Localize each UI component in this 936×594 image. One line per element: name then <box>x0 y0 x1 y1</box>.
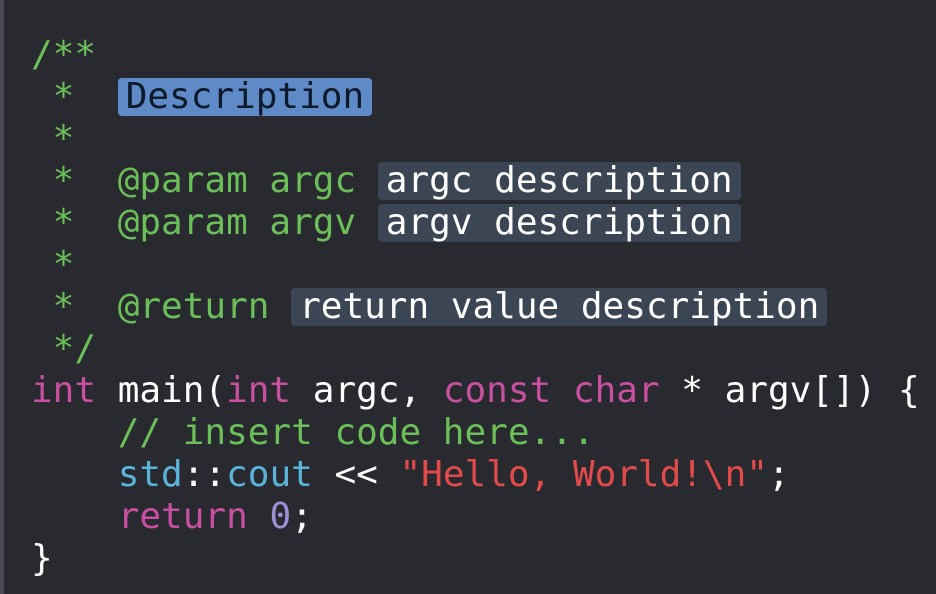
placeholder-token[interactable]: argc description <box>377 162 741 200</box>
code-line[interactable]: * @param argv argv description <box>31 202 920 244</box>
code-line[interactable]: */ <box>31 328 920 370</box>
plain-token: << <box>312 454 400 495</box>
comment-token: * @param argv <box>31 202 378 243</box>
code-line[interactable]: * <box>31 118 920 160</box>
code-line[interactable]: std::cout << "Hello, World!\n"; <box>31 454 920 496</box>
plain-token: ; <box>767 454 790 495</box>
keyword-token: const <box>442 370 552 411</box>
code-line[interactable]: // insert code here... <box>31 412 920 454</box>
placeholder-token[interactable]: return value description <box>291 288 828 326</box>
string-token: "Hello, World!\n" <box>399 454 768 495</box>
code-line[interactable]: return 0; <box>31 496 920 538</box>
keyword-token: return <box>117 496 248 537</box>
plain-token: * argv[]) { <box>659 370 920 411</box>
comment-token: * <box>31 244 75 285</box>
number-token: 0 <box>269 496 292 537</box>
code-line[interactable]: * @param argc argc description <box>31 160 920 202</box>
comment-token: * @return <box>31 286 292 327</box>
plain-token: argc, <box>291 370 443 411</box>
code-area[interactable]: /** * Description * * @param argc argc d… <box>31 34 920 580</box>
type-token: std <box>117 454 183 495</box>
comment-token: * <box>31 76 118 117</box>
keyword-token: char <box>572 370 660 411</box>
code-line[interactable]: * <box>31 244 920 286</box>
placeholder-token-selected[interactable]: Description <box>117 78 373 116</box>
gutter-edge <box>0 0 4 594</box>
plain-token: } <box>31 538 53 579</box>
code-line[interactable]: /** <box>31 34 920 76</box>
code-line[interactable]: * Description <box>31 76 920 118</box>
code-editor[interactable]: /** * Description * * @param argc argc d… <box>0 0 936 594</box>
type-token: cout <box>226 454 313 495</box>
comment-token: * <box>31 118 75 159</box>
code-line[interactable]: } <box>31 538 920 580</box>
comment-token: // insert code here... <box>117 412 595 453</box>
code-line[interactable]: int main(int argc, const char * argv[]) … <box>31 370 920 412</box>
comment-token: * @param argc <box>31 160 378 201</box>
keyword-token: int <box>226 370 292 411</box>
comment-token: /** <box>31 34 97 75</box>
code-line[interactable]: * @return return value description <box>31 286 920 328</box>
plain-token: :: <box>182 454 227 495</box>
plain-token: ; <box>291 496 313 537</box>
placeholder-token[interactable]: argv description <box>377 204 741 242</box>
comment-token: */ <box>31 328 97 369</box>
keyword-token: int <box>31 370 97 411</box>
plain-token: main( <box>96 370 227 411</box>
